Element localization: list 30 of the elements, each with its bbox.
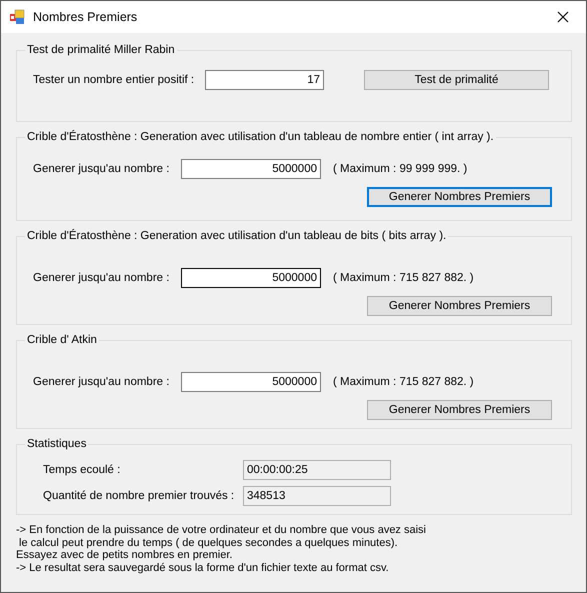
field-label: Generer jusqu'au nombre : bbox=[33, 272, 170, 284]
info-text: le calcul peut prendre du temps ( de quelques secondes a quelques minutes). bbox=[18, 536, 399, 549]
input-field[interactable]: 5000000 bbox=[181, 268, 321, 288]
maximum-note: ( Maximum : 715 827 882. ) bbox=[333, 376, 474, 388]
field-label: Generer jusqu'au nombre : bbox=[33, 376, 170, 388]
action-button[interactable]: Generer Nombres Premiers bbox=[367, 296, 552, 316]
action-button[interactable]: Generer Nombres Premiers bbox=[367, 187, 552, 207]
group-title: Test de primalité Miller Rabin bbox=[26, 44, 176, 56]
app-icon bbox=[9, 9, 25, 25]
info-text: -> Le resultat sera sauvegardé sous la forme d'un fichier texte au format csv. bbox=[16, 562, 390, 574]
stat-label: Temps ecoulé : bbox=[43, 464, 122, 476]
window-title: Nombres Premiers bbox=[33, 10, 138, 24]
input-field[interactable]: 17 bbox=[205, 70, 324, 90]
action-button[interactable]: Generer Nombres Premiers bbox=[367, 400, 552, 420]
maximum-note: ( Maximum : 99 999 999. ) bbox=[333, 163, 468, 175]
output-field[interactable]: 348513 bbox=[243, 486, 391, 506]
action-button[interactable]: Test de primalité bbox=[364, 70, 549, 90]
group-title: Crible d' Atkin bbox=[26, 334, 98, 346]
input-field[interactable]: 5000000 bbox=[181, 372, 321, 392]
group-title: Statistiques bbox=[26, 438, 88, 450]
output-field[interactable]: 00:00:00:25 bbox=[243, 460, 391, 480]
group-title: Crible d'Ératosthène : Generation avec utilisation d'un tableau de nombre entier ( int array ). bbox=[26, 131, 495, 143]
stat-label: Quantité de nombre premier trouvés : bbox=[43, 490, 236, 502]
input-field[interactable]: 5000000 bbox=[181, 159, 321, 179]
field-label: Tester un nombre entier positif : bbox=[33, 74, 196, 86]
info-text: Essayez avec de petits nombres en premier. bbox=[16, 549, 234, 562]
maximum-note: ( Maximum : 715 827 882. ) bbox=[333, 272, 474, 284]
field-label: Generer jusqu'au nombre : bbox=[33, 163, 170, 175]
group-title: Crible d'Ératosthène : Generation avec utilisation d'un tableau de bits ( bits array ). bbox=[26, 230, 448, 242]
info-text: -> En fonction de la puissance de votre ordinateur et du nombre que vous avez saisi bbox=[16, 524, 427, 536]
